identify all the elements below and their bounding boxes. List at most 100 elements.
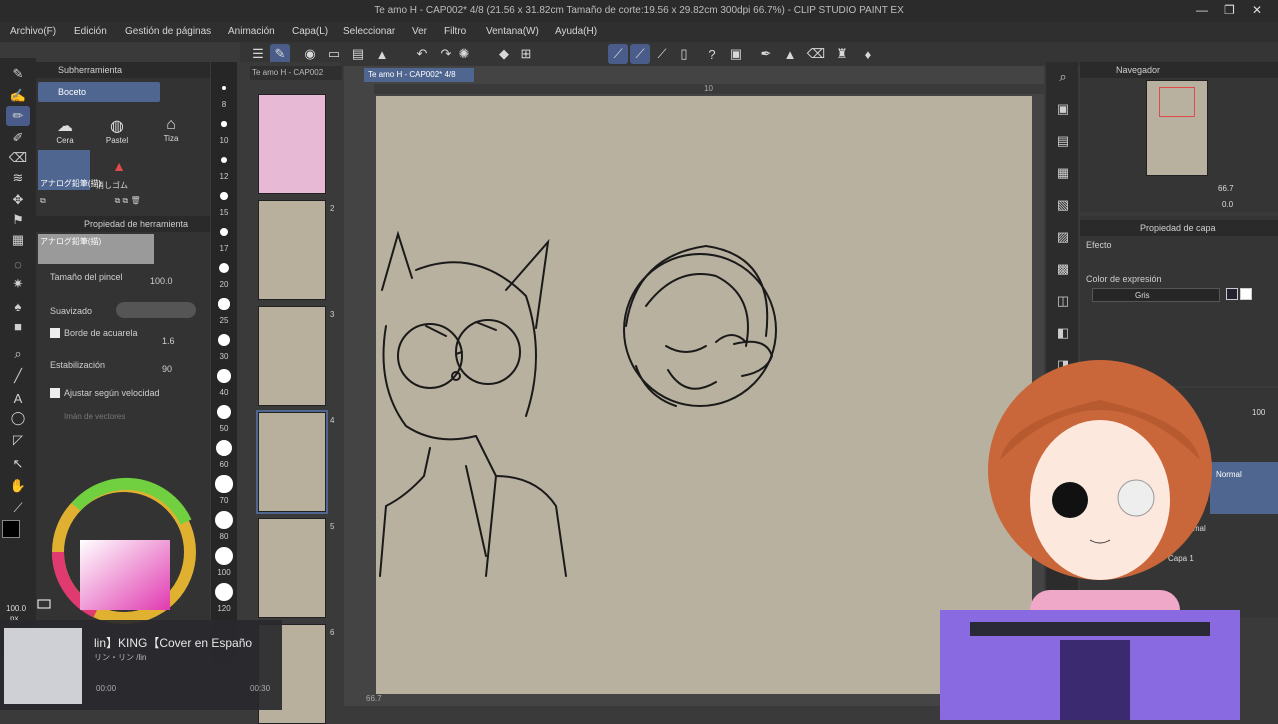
brush-tool-icon[interactable]: ✐ xyxy=(6,128,30,148)
drawing-canvas[interactable] xyxy=(376,96,1032,694)
speed-checkbox[interactable] xyxy=(50,388,60,398)
close-button[interactable]: ✕ xyxy=(1252,3,1262,17)
menu-ver[interactable]: Ver xyxy=(412,26,427,37)
help-icon[interactable]: ? xyxy=(702,44,722,64)
panel-icon-6[interactable]: ▩ xyxy=(1052,258,1074,280)
brush-size-dot[interactable] xyxy=(219,227,229,237)
line-icon[interactable]: ⟋ xyxy=(608,44,628,64)
eye-icon[interactable]: ◉ xyxy=(300,44,320,64)
brush-size-dot[interactable] xyxy=(216,440,232,456)
search-icon[interactable]: ⌕ xyxy=(1052,66,1074,88)
page-thumb-5[interactable] xyxy=(258,518,326,618)
brush-tiza[interactable]: ⌂ Tiza xyxy=(156,116,186,152)
lasso-tool-icon[interactable]: ◌ xyxy=(6,254,30,274)
eraser-icon[interactable]: ⌫ xyxy=(806,44,826,64)
save-icon[interactable]: ▲ xyxy=(372,44,392,64)
brush-size-dot[interactable] xyxy=(215,547,233,565)
pen-icon[interactable]: ✒ xyxy=(756,44,776,64)
navigator-preview[interactable] xyxy=(1146,80,1208,176)
panel-icon-5[interactable]: ▨ xyxy=(1052,226,1074,248)
lamp-icon[interactable]: ♜ xyxy=(832,44,852,64)
brush-cera[interactable]: ☁ Cera xyxy=(50,116,80,152)
brush-selected[interactable]: アナログ鉛筆(描) xyxy=(38,150,101,190)
redo-icon[interactable]: ↷ xyxy=(436,44,456,64)
canvas-tab[interactable]: Te amo H - CAP002* 4/8 xyxy=(364,68,474,82)
hand-tool-icon[interactable]: ✋ xyxy=(6,476,30,496)
snap-icon[interactable]: ⟋ xyxy=(630,44,650,64)
open-file-icon[interactable]: ▤ xyxy=(348,44,368,64)
transform-icon[interactable]: ⊞ xyxy=(516,44,536,64)
magic-wand-icon[interactable]: ✷ xyxy=(6,274,30,294)
brush-size-dot[interactable] xyxy=(216,404,232,420)
menu-animacion[interactable]: Animación xyxy=(228,26,275,37)
panel-icon-1[interactable]: ▣ xyxy=(1052,98,1074,120)
menu-ventana[interactable]: Ventana(W) xyxy=(486,26,539,37)
fill-tool-icon[interactable]: ⚑ xyxy=(6,210,30,230)
text-tool-icon[interactable]: A xyxy=(6,388,30,408)
maximize-button[interactable]: ❐ xyxy=(1224,3,1235,17)
menu-archivo[interactable]: Archivo(F) xyxy=(10,26,56,37)
color-wheel[interactable] xyxy=(36,452,210,627)
smooth-selector[interactable] xyxy=(116,302,196,318)
snap-ruler-icon[interactable]: ⟋ xyxy=(652,44,672,64)
main-color-swatch[interactable] xyxy=(2,520,20,538)
frame-tool-icon[interactable]: ◸ xyxy=(6,430,30,450)
brush-size-dot[interactable] xyxy=(218,298,230,310)
eraser-tool-icon[interactable]: ⌫ xyxy=(6,148,30,168)
pen-tool-icon[interactable]: ✎ xyxy=(6,64,30,84)
expression-color-swatch-2[interactable] xyxy=(1240,288,1252,300)
pen-tool-icon-2[interactable]: ✍ xyxy=(6,86,30,106)
eyedropper-tool-icon[interactable]: ⟋ xyxy=(6,498,30,518)
brush-size-dot[interactable] xyxy=(222,86,226,90)
navigator-zoom[interactable]: 66.7 xyxy=(1218,184,1234,193)
gradient-tool-icon[interactable]: ■ xyxy=(6,316,30,336)
grid-tool-icon[interactable]: ▦ xyxy=(6,230,30,250)
border-value[interactable]: 1.6 xyxy=(162,336,175,346)
line-tool-icon[interactable]: ╱ xyxy=(6,366,30,386)
brush-pastel[interactable]: ◍ Pastel xyxy=(100,116,134,152)
stab-value[interactable]: 90 xyxy=(162,364,172,374)
navigator-angle[interactable]: 0.0 xyxy=(1222,200,1233,209)
menu-edicion[interactable]: Edición xyxy=(74,26,107,37)
brush-size-dot[interactable] xyxy=(219,263,229,273)
brush-size-dot[interactable] xyxy=(217,333,231,347)
operation-tool-icon[interactable]: ↖ xyxy=(6,454,30,474)
brush-size-dot[interactable] xyxy=(221,121,227,127)
size-value[interactable]: 100.0 xyxy=(150,276,173,286)
subtool-group-tab[interactable]: Boceto xyxy=(38,82,160,102)
brush-eraser-icon[interactable]: ▲ xyxy=(106,158,132,178)
page-tab[interactable]: Te amo H - CAP002 xyxy=(250,66,342,80)
new-file-icon[interactable]: ▭ xyxy=(324,44,344,64)
fill-icon[interactable]: ◆ xyxy=(494,44,514,64)
blend-tool-icon[interactable]: ≋ xyxy=(6,168,30,188)
drop-icon[interactable]: ♦ xyxy=(858,44,878,64)
move-tool-icon[interactable]: ✥ xyxy=(6,190,30,210)
pencil-tool-icon[interactable]: ✏ xyxy=(6,106,30,126)
minimize-button[interactable]: — xyxy=(1196,3,1208,17)
page-thumb-1[interactable] xyxy=(258,94,326,194)
color-fill-icon[interactable]: ▲ xyxy=(780,44,800,64)
reference-icon[interactable]: ▣ xyxy=(726,44,746,64)
menu-ayuda[interactable]: Ayuda(H) xyxy=(555,26,597,37)
brush-size-dot[interactable] xyxy=(215,475,233,493)
brush-size-dot[interactable] xyxy=(220,192,228,200)
brush-size-dot[interactable] xyxy=(215,583,233,601)
ruler-icon[interactable]: ▯ xyxy=(674,44,694,64)
page-thumb-2[interactable] xyxy=(258,200,326,300)
brush-size-dot[interactable] xyxy=(215,511,233,529)
undo-icon[interactable]: ↶ xyxy=(412,44,432,64)
subtool-footer-icons[interactable]: ⧉ ⧉ ⧉ 🗑 xyxy=(40,196,141,206)
menu-seleccionar[interactable]: Seleccionar xyxy=(343,26,395,37)
panel-icon-4[interactable]: ▧ xyxy=(1052,194,1074,216)
panel-icon-2[interactable]: ▤ xyxy=(1052,130,1074,152)
menu-gestion-paginas[interactable]: Gestión de páginas xyxy=(125,26,211,37)
menu-capa[interactable]: Capa(L) xyxy=(292,26,328,37)
brush-size-dot[interactable] xyxy=(217,369,231,383)
brush-size-dot[interactable] xyxy=(220,156,228,164)
border-checkbox[interactable] xyxy=(50,328,60,338)
bucket-tool-icon[interactable]: ♠ xyxy=(6,296,30,316)
panel-icon-3[interactable]: ▦ xyxy=(1052,162,1074,184)
quick-access-icon[interactable]: ✎ xyxy=(270,44,290,64)
clear-icon[interactable]: ✺ xyxy=(454,44,474,64)
page-thumb-3[interactable] xyxy=(258,306,326,406)
